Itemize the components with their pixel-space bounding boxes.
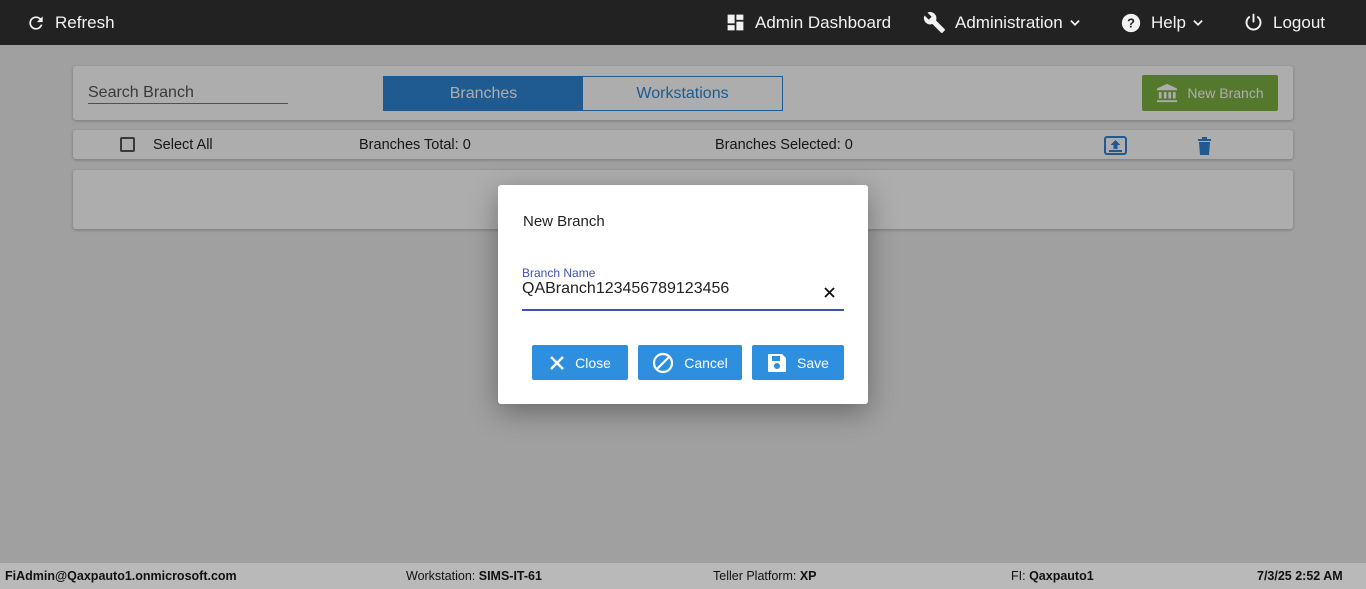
footer-user: FiAdmin@Qaxpauto1.onmicrosoft.com (5, 569, 237, 583)
save-label: Save (797, 354, 829, 371)
branch-name-underline (522, 309, 844, 311)
close-icon (550, 355, 564, 370)
chevron-down-icon (1070, 19, 1080, 26)
branch-name-label: Branch Name (522, 266, 596, 280)
close-label: Close (575, 354, 611, 371)
refresh-icon (29, 15, 43, 30)
footer-fi: FI: Qaxpauto1 (1011, 569, 1094, 583)
cancel-button[interactable]: Cancel (638, 345, 742, 380)
cancel-icon (653, 352, 674, 373)
save-button[interactable]: Save (752, 345, 844, 380)
admin-dashboard-label: Admin Dashboard (755, 12, 892, 32)
cancel-label: Cancel (684, 354, 728, 371)
status-bar: FiAdmin@Qaxpauto1.onmicrosoft.com Workst… (0, 563, 1366, 589)
footer-teller-platform: Teller Platform: XP (713, 569, 817, 583)
dialog-title: New Branch (523, 213, 605, 230)
svg-text:?: ? (1127, 15, 1135, 30)
footer-workstation: Workstation: SIMS-IT-61 (406, 569, 542, 583)
refresh-button[interactable]: Refresh (26, 0, 115, 45)
refresh-label: Refresh (55, 12, 115, 32)
administration-menu[interactable]: Administration (923, 0, 1082, 45)
top-nav-bar: Refresh Admin Dashboard Administration ?… (0, 0, 1366, 45)
admin-dashboard-link[interactable]: Admin Dashboard (725, 0, 891, 45)
clear-icon[interactable] (823, 286, 836, 299)
help-menu[interactable]: ? Help (1120, 0, 1205, 45)
branch-name-input[interactable] (522, 280, 822, 298)
logout-label: Logout (1273, 12, 1325, 32)
dashboard-icon (727, 14, 744, 31)
new-branch-dialog: New Branch Branch Name Close Cancel Save (498, 185, 868, 404)
footer-datetime: 7/3/25 2:52 AM (1257, 569, 1343, 583)
help-icon: ? (1121, 13, 1141, 32)
logout-button[interactable]: Logout (1243, 0, 1325, 45)
close-button[interactable]: Close (532, 345, 628, 380)
save-icon (768, 353, 787, 372)
chevron-down-icon (1193, 19, 1203, 26)
power-icon (1245, 13, 1262, 31)
administration-label: Administration (955, 12, 1063, 32)
help-label: Help (1151, 12, 1186, 32)
wrench-icon (923, 12, 946, 34)
